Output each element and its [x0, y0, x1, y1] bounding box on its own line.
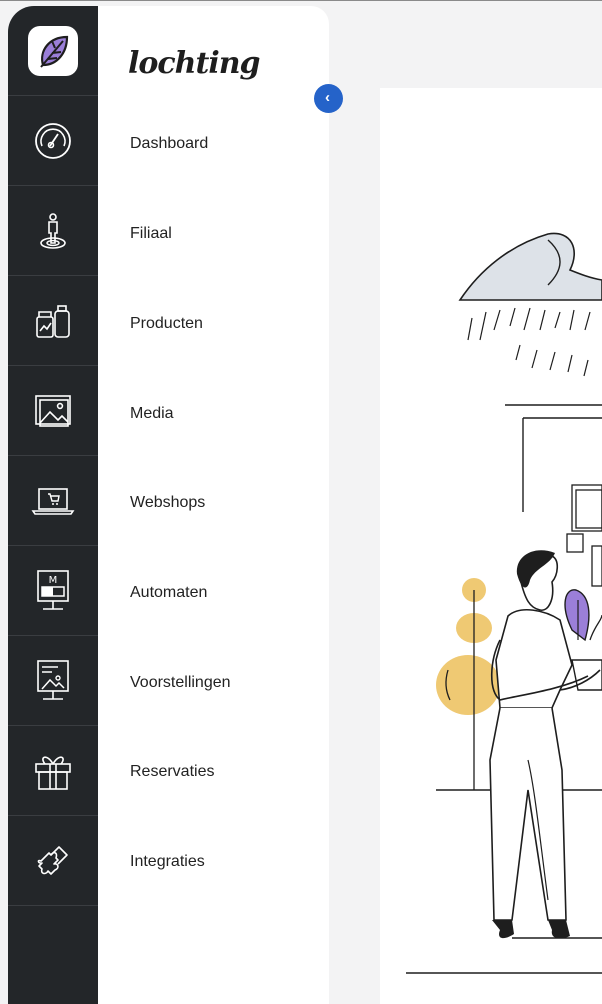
- app-logo[interactable]: [8, 6, 98, 96]
- main-content-area: [380, 88, 602, 1004]
- sidebar-item-automaten[interactable]: Automaten: [130, 584, 207, 602]
- leaf-logo-icon: [28, 25, 78, 76]
- sidebar-item-producten[interactable]: Producten: [130, 315, 203, 333]
- sidebar-item-reservaties[interactable]: Reservaties: [130, 763, 214, 781]
- gauge-icon: [35, 122, 71, 159]
- svg-text:M: M: [49, 575, 58, 586]
- chevron-left-icon: ‹: [325, 89, 330, 106]
- products-icon: [36, 304, 70, 338]
- rail-integraties[interactable]: [8, 816, 98, 906]
- sidebar-item-integraties[interactable]: Integraties: [130, 853, 205, 871]
- brand-logo[interactable]: lochting: [128, 46, 261, 81]
- rail-automaten[interactable]: M: [8, 546, 98, 636]
- laptop-cart-icon: [31, 487, 75, 515]
- puzzle-icon: [37, 845, 68, 875]
- rail-filiaal[interactable]: [8, 186, 98, 276]
- rail-voorstellingen[interactable]: [8, 636, 98, 726]
- rail-webshops[interactable]: [8, 456, 98, 546]
- gift-icon: [35, 755, 71, 790]
- sidebar-item-media[interactable]: Media: [130, 405, 174, 423]
- rail-dashboard[interactable]: [8, 96, 98, 186]
- window-top-border: [0, 0, 602, 1]
- sidebar-item-filiaal[interactable]: Filiaal: [130, 225, 172, 243]
- person-with-plant-illustration: [406, 232, 602, 974]
- rail-reservaties[interactable]: [8, 726, 98, 816]
- image-icon: [35, 394, 71, 427]
- icon-rail: M: [8, 6, 98, 1004]
- vending-machine-icon: M: [37, 569, 69, 610]
- person-location-icon: [40, 212, 66, 249]
- rail-media[interactable]: [8, 366, 98, 456]
- collapse-sidebar-button[interactable]: ‹: [314, 84, 343, 113]
- sidebar-item-dashboard[interactable]: Dashboard: [130, 135, 208, 153]
- rail-producten[interactable]: [8, 276, 98, 366]
- sidebar-item-webshops[interactable]: Webshops: [130, 494, 205, 512]
- sidebar-item-voorstellingen[interactable]: Voorstellingen: [130, 674, 231, 692]
- presentation-icon: [37, 659, 69, 700]
